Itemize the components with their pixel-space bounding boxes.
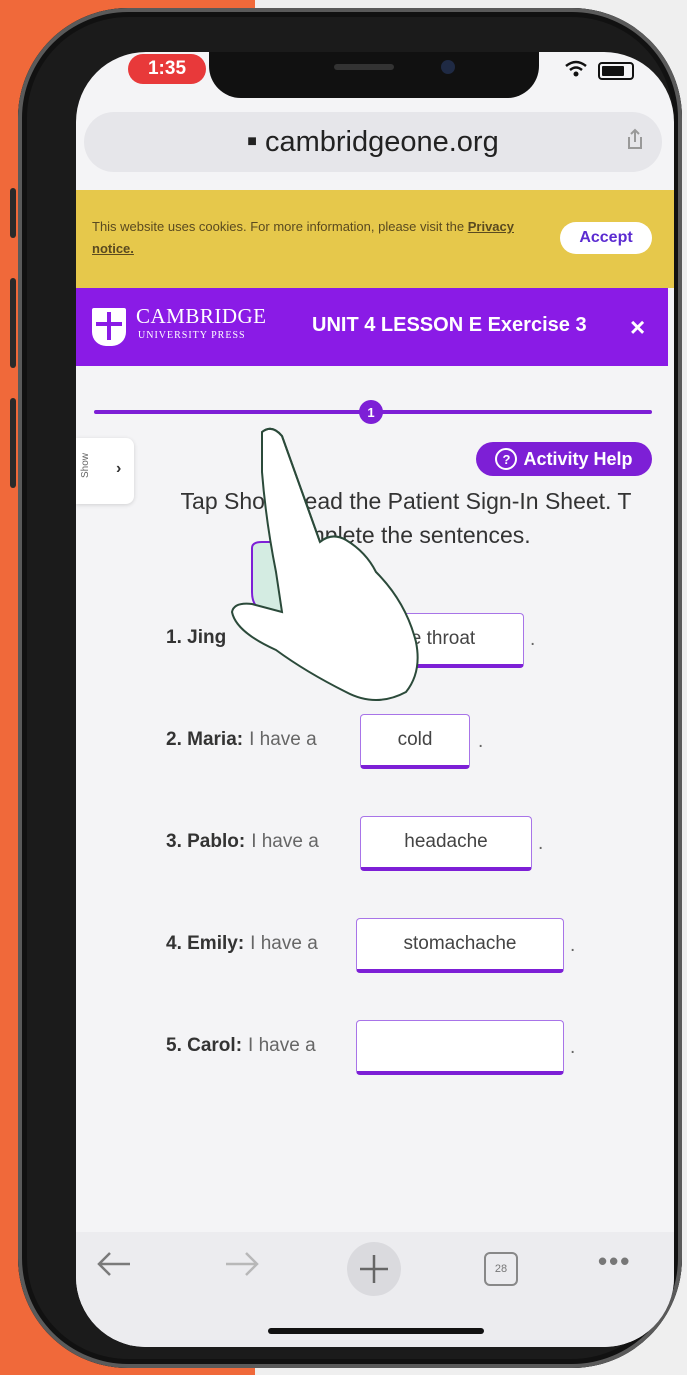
sentence-1: 1. Jing <box>166 627 232 649</box>
address-bar[interactable]: ■ cambridgeone.org <box>84 112 662 172</box>
period-4: . <box>570 935 576 956</box>
lesson-title: UNIT 4 LESSON E Exercise 3 <box>312 314 587 336</box>
lesson-header: CAMBRIDGE UNIVERSITY PRESS UNIT 4 LESSON… <box>76 288 668 366</box>
sentence-3-name: 3. Pablo: <box>166 831 246 852</box>
answer-box-5[interactable] <box>356 1020 564 1075</box>
answer-box-4[interactable]: stomachache <box>356 918 564 973</box>
sentence-2-name: 2. Maria: <box>166 729 244 750</box>
sentence-5-phrase: I have a <box>248 1035 316 1056</box>
plus-icon[interactable] <box>347 1242 401 1296</box>
period-3: . <box>538 833 544 854</box>
home-indicator <box>268 1328 484 1334</box>
forward-arrow-icon[interactable] <box>224 1246 260 1288</box>
cookie-message: This website uses cookies. For more info… <box>92 219 465 234</box>
more-icon[interactable]: ••• <box>598 1246 631 1277</box>
brand-subtitle: UNIVERSITY PRESS <box>138 330 246 341</box>
sentence-4: 4. Emily: I have a <box>166 933 318 955</box>
cambridge-crest-logo <box>92 308 126 346</box>
period-1: . <box>530 629 536 650</box>
speaker <box>334 64 394 70</box>
share-icon[interactable] <box>626 128 644 156</box>
mute-switch <box>10 188 16 238</box>
answer-box-2[interactable]: cold <box>360 714 470 769</box>
url-text: cambridgeone.org <box>264 125 499 158</box>
sentence-4-name: 4. Emily: <box>166 933 245 954</box>
sentence-4-phrase: I have a <box>250 933 318 954</box>
sentence-3-phrase: I have a <box>251 831 319 852</box>
instructions: Tap Sho to read the Patient Sign-In Shee… <box>180 488 632 548</box>
sentence-1-name: 1. Jing <box>166 627 227 648</box>
status-time: 1:35 <box>128 54 206 84</box>
phone-screen: 1:35 ■ cambridgeone.org This website use… <box>76 52 674 1347</box>
progress-step-indicator[interactable]: 1 <box>359 400 383 424</box>
battery-icon <box>598 62 634 80</box>
camera <box>441 60 455 74</box>
tabs-icon[interactable]: 28 <box>484 1252 518 1286</box>
lock-icon: ■ <box>247 133 257 150</box>
cookie-text: This website uses cookies. For more info… <box>92 216 542 260</box>
back-arrow-icon[interactable] <box>96 1246 132 1288</box>
accept-cookies-button[interactable]: Accept <box>560 222 652 254</box>
show-label: Show <box>80 452 91 478</box>
volume-down-button <box>10 398 16 488</box>
sentence-2: 2. Maria: I have a <box>166 729 317 751</box>
brand-name: CAMBRIDGE <box>136 304 267 328</box>
question-icon: ? <box>495 448 518 470</box>
volume-up-button <box>10 278 16 368</box>
chevron-right-icon: › <box>116 460 122 477</box>
sentence-3: 3. Pablo: I have a <box>166 831 319 853</box>
phone-frame: 1:35 ■ cambridgeone.org This website use… <box>10 8 682 1368</box>
show-sidebar-tab[interactable]: Show › <box>76 438 134 504</box>
activity-help-button[interactable]: ? Activity Help <box>476 442 652 476</box>
status-icons <box>564 58 634 84</box>
answer-box-1[interactable]: e throat <box>362 613 524 668</box>
period-5: . <box>570 1037 576 1058</box>
sentence-2-phrase: I have a <box>249 729 317 750</box>
period-2: . <box>478 731 484 752</box>
wifi-icon <box>564 58 588 84</box>
sentence-5: 5. Carol: I have a <box>166 1035 316 1057</box>
notch <box>209 52 539 98</box>
cookie-banner: This website uses cookies. For more info… <box>76 190 674 288</box>
answer-box-3[interactable]: headache <box>360 816 532 871</box>
activity-help-label: Activity Help <box>523 448 633 469</box>
close-icon[interactable]: × <box>630 312 645 343</box>
sentence-5-name: 5. Carol: <box>166 1035 243 1056</box>
